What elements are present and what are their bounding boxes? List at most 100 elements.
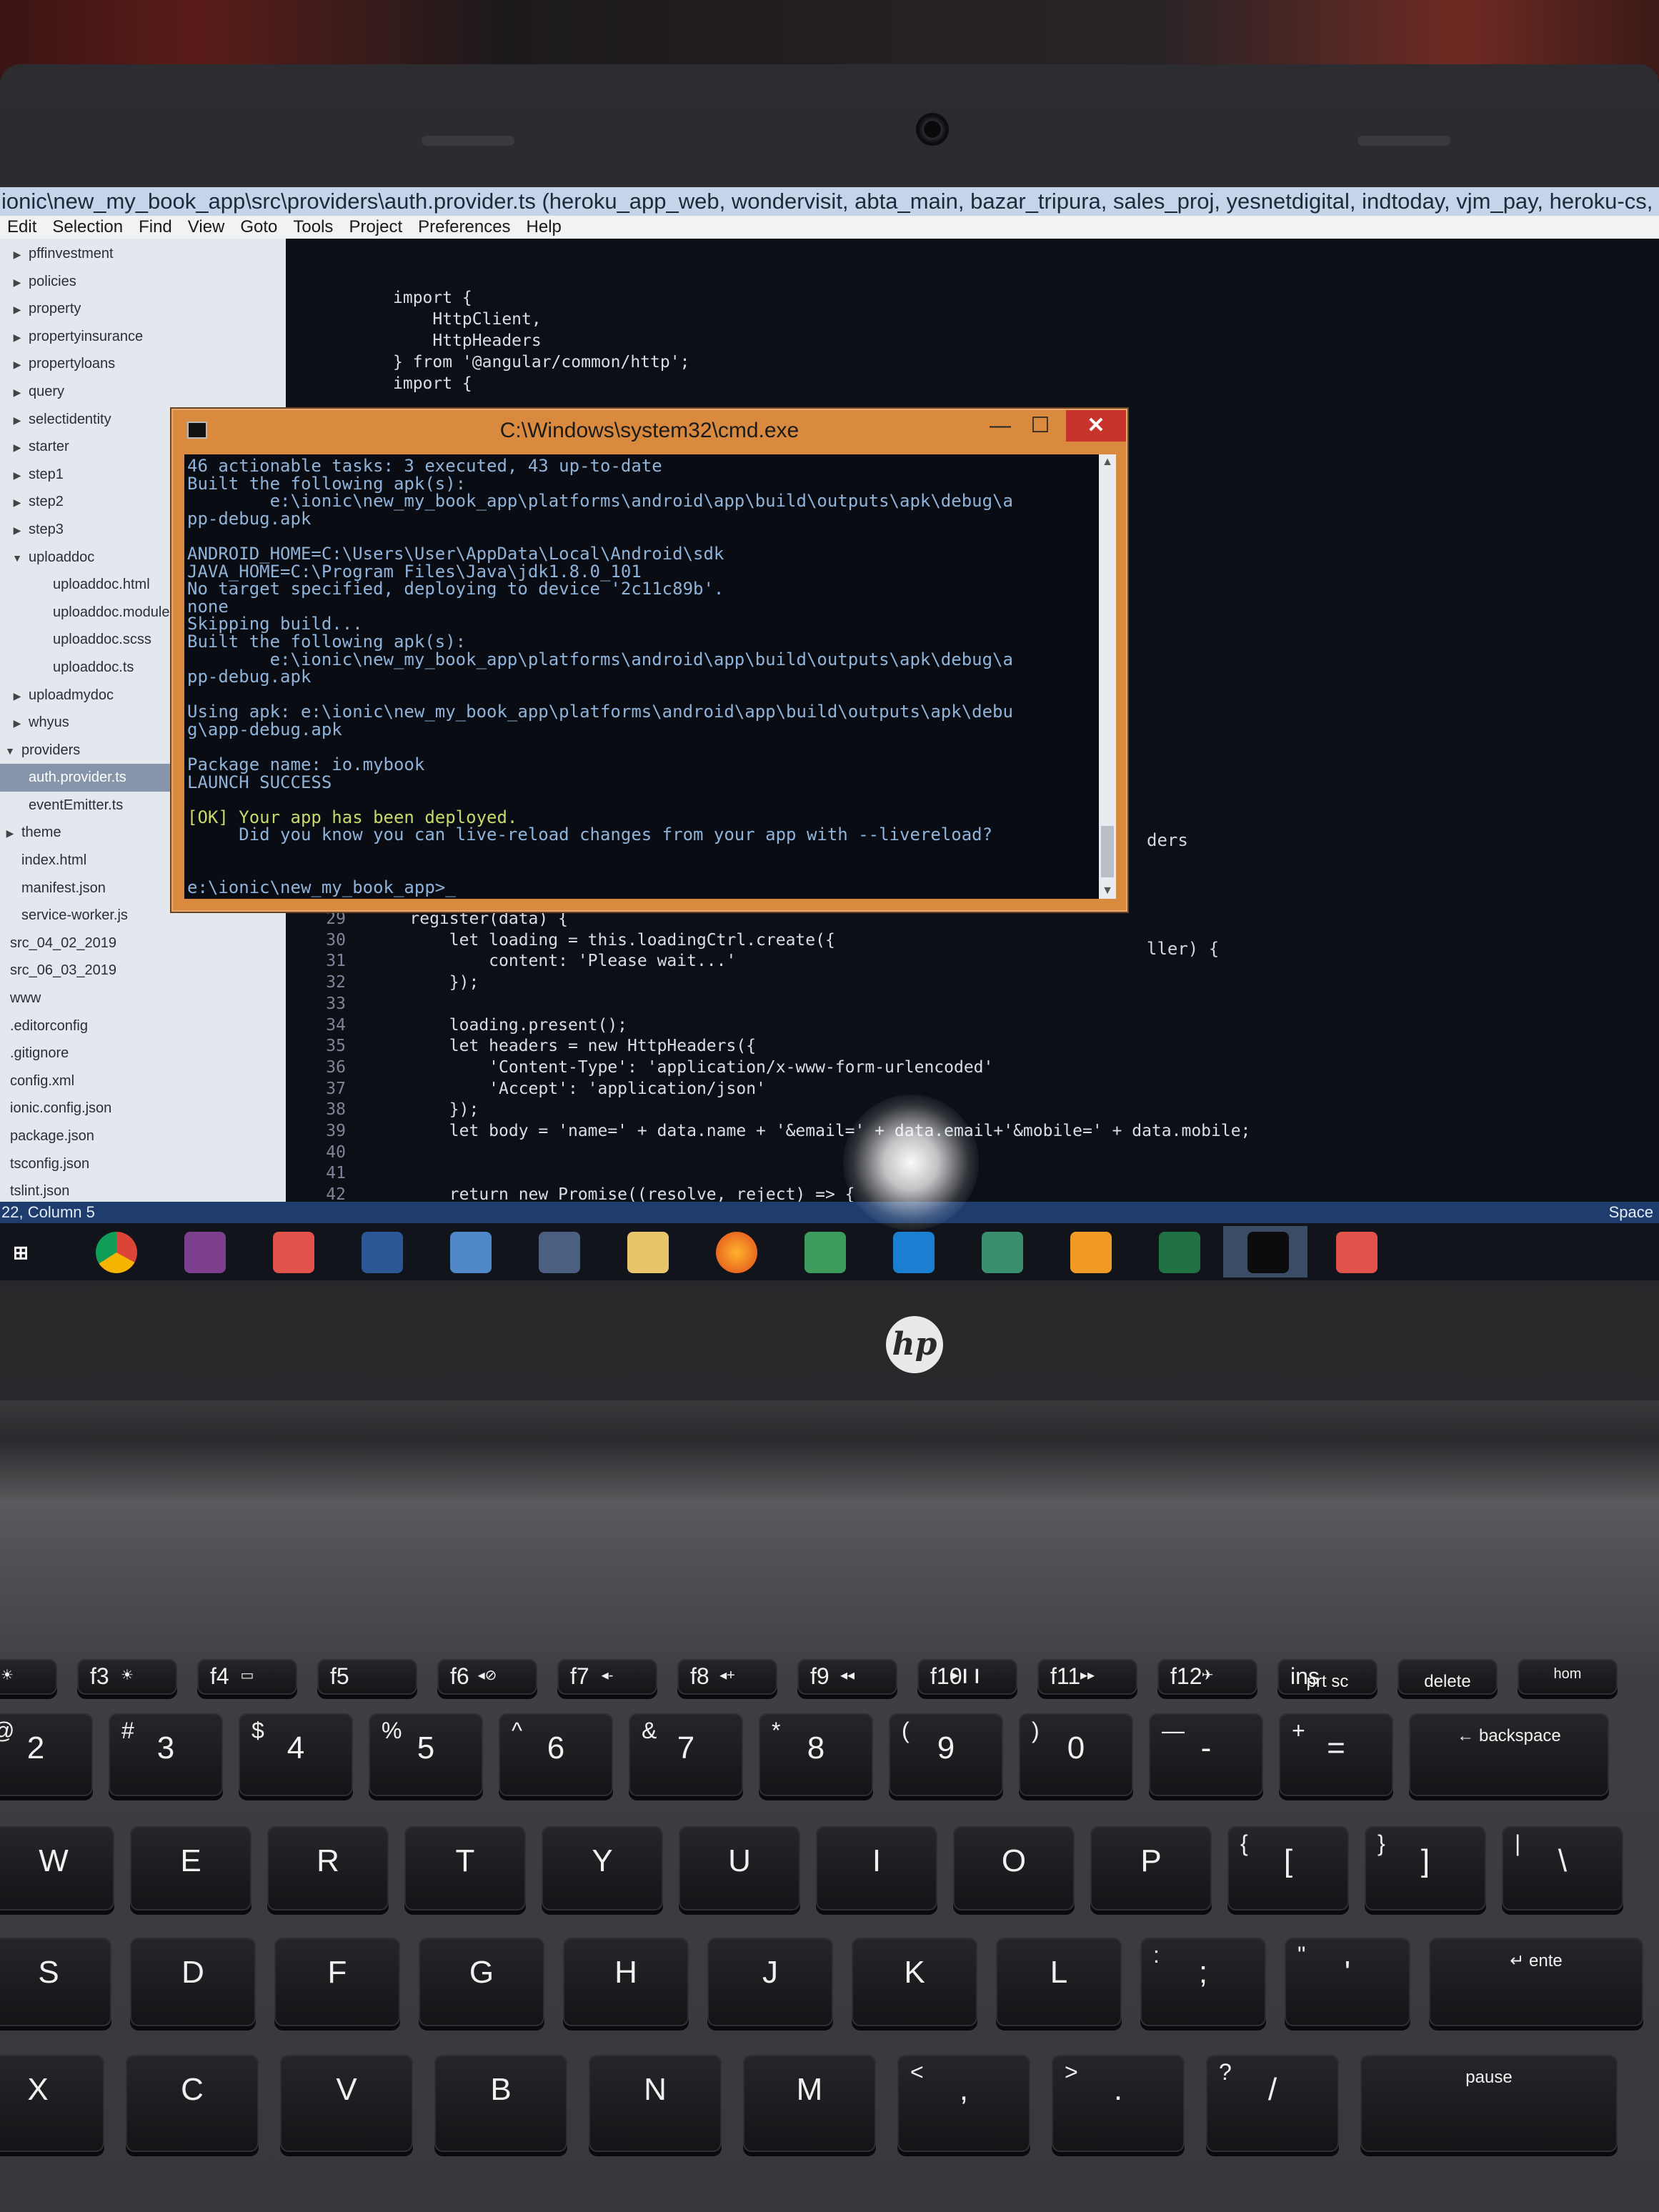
key-,[interactable]: <, (897, 2055, 1030, 2152)
cmd-scrollbar[interactable]: ▲ ▼ (1099, 454, 1116, 899)
chevron-right-icon[interactable]: ▶ (10, 296, 24, 323)
key-b[interactable]: B (434, 2055, 567, 2152)
chevron-right-icon[interactable]: ▶ (10, 709, 24, 737)
sidebar-item[interactable]: ▶ property (0, 295, 286, 323)
sidebar-item[interactable]: ▶ query (0, 378, 286, 406)
key-f12[interactable]: f12 ✈ (1157, 1659, 1257, 1695)
sublime-text-icon[interactable] (1070, 1232, 1112, 1273)
key-9[interactable]: (9 (889, 1713, 1003, 1796)
key-5[interactable]: % 5 (369, 1713, 483, 1796)
firefox-icon[interactable] (716, 1232, 757, 1273)
sidebar-item[interactable]: tslint.json (0, 1177, 286, 1205)
android-studio-icon[interactable] (804, 1232, 846, 1273)
sidebar-item[interactable]: ▶ policies (0, 268, 286, 296)
key-n[interactable]: N (589, 2055, 722, 2152)
xampp-control-icon[interactable] (1336, 1232, 1377, 1273)
virtualbox-icon[interactable] (450, 1232, 492, 1273)
key-=[interactable]: + = (1279, 1713, 1393, 1796)
chevron-right-icon[interactable]: ▶ (10, 682, 24, 709)
sidebar-item[interactable]: .editorconfig (0, 1012, 286, 1040)
menu-item-edit[interactable]: Edit (0, 216, 45, 239)
chevron-down-icon[interactable]: ▼ (1099, 885, 1116, 897)
sidebar-item[interactable]: tsconfig.json (0, 1150, 286, 1178)
key-hom[interactable]: hom (1518, 1659, 1618, 1695)
menu-item-find[interactable]: Find (131, 216, 181, 239)
key-6[interactable]: ^ 6 (499, 1713, 613, 1796)
close-button[interactable]: ✕ (1066, 410, 1126, 442)
key-v[interactable]: V (280, 2055, 413, 2152)
key-w[interactable]: W (0, 1826, 114, 1910)
key-f2[interactable]: f2☀ (0, 1659, 57, 1695)
sidebar-item[interactable]: www (0, 985, 286, 1012)
chevron-down-icon[interactable]: ▼ (10, 544, 24, 572)
sidebar-item[interactable]: ▶ propertyinsurance (0, 323, 286, 351)
key-c[interactable]: C (126, 2055, 259, 2152)
key-f10[interactable]: f10 ▸❙❙ (917, 1659, 1017, 1695)
key-i[interactable]: I (816, 1826, 937, 1910)
key-2[interactable]: @2 (0, 1713, 93, 1796)
network-icon[interactable] (982, 1232, 1023, 1273)
key-[[interactable]: {[ (1227, 1826, 1349, 1910)
key-f4[interactable]: f4 ▭ (197, 1659, 297, 1695)
chevron-right-icon[interactable]: ▶ (10, 351, 24, 378)
key-s[interactable]: S (0, 1938, 111, 2026)
sublime-icon[interactable] (539, 1232, 580, 1273)
key-e[interactable]: E (130, 1826, 251, 1910)
chevron-right-icon[interactable]: ▶ (10, 434, 24, 461)
sidebar-item[interactable]: ▶ pffinvestment (0, 240, 286, 268)
key--[interactable]: — - (1149, 1713, 1263, 1796)
key-3[interactable]: #3 (109, 1713, 223, 1796)
key-\[interactable]: | \ (1502, 1826, 1623, 1910)
key-delete[interactable]: delete (1398, 1659, 1498, 1695)
key-k[interactable]: K (852, 1938, 977, 2026)
key-t[interactable]: T (404, 1826, 526, 1910)
xampp-icon[interactable] (273, 1232, 314, 1273)
chevron-right-icon[interactable]: ▶ (10, 407, 24, 434)
file-explorer-icon[interactable] (627, 1232, 669, 1273)
scroll-thumb[interactable] (1101, 826, 1114, 877)
indent-setting[interactable]: Space (1609, 1202, 1653, 1223)
key-l[interactable]: L (996, 1938, 1122, 2026)
word-icon[interactable] (362, 1232, 403, 1273)
menu-item-project[interactable]: Project (342, 216, 411, 239)
key-.[interactable]: >. (1052, 2055, 1185, 2152)
chevron-right-icon[interactable]: ▶ (10, 269, 24, 296)
key-/[interactable]: ? / (1206, 2055, 1339, 2152)
key-p[interactable]: P (1090, 1826, 1212, 1910)
key-f8[interactable]: f8 ◂+ (677, 1659, 777, 1695)
key-f[interactable]: F (274, 1938, 400, 2026)
chevron-down-icon[interactable]: ▼ (3, 737, 17, 764)
chevron-right-icon[interactable]: ▶ (10, 241, 24, 268)
key-f5[interactable]: f5 (317, 1659, 417, 1695)
chrome-icon[interactable] (96, 1232, 137, 1273)
chevron-up-icon[interactable]: ▲ (1099, 456, 1116, 469)
maximize-button[interactable]: ☐ (1020, 410, 1060, 442)
minimize-button[interactable]: — (980, 410, 1020, 442)
sidebar-item[interactable]: package.json (0, 1122, 286, 1150)
menu-item-selection[interactable]: Selection (45, 216, 131, 239)
winrar-icon[interactable] (184, 1232, 226, 1273)
key-g[interactable]: G (419, 1938, 544, 2026)
teamviewer-icon[interactable] (893, 1232, 935, 1273)
key-ins[interactable]: ins prt sc (1277, 1659, 1377, 1695)
key-enter[interactable]: ↵ ente (1429, 1938, 1643, 2026)
key-'[interactable]: " ' (1285, 1938, 1410, 2026)
excel-icon[interactable] (1159, 1232, 1200, 1273)
key-u[interactable]: U (679, 1826, 800, 1910)
menu-item-view[interactable]: View (181, 216, 234, 239)
menu-item-goto[interactable]: Goto (233, 216, 286, 239)
key-backspace[interactable]: ← backspace (1409, 1713, 1609, 1796)
key-f9[interactable]: f9 ◂◂ (797, 1659, 897, 1695)
key-h[interactable]: H (563, 1938, 689, 2026)
key-y[interactable]: Y (542, 1826, 663, 1910)
chevron-right-icon[interactable]: ▶ (10, 324, 24, 351)
menu-item-help[interactable]: Help (519, 216, 570, 239)
key-0[interactable]: ) 0 (1019, 1713, 1133, 1796)
windows-start-icon[interactable]: ⊞ (0, 1232, 41, 1273)
cmd-window[interactable]: C:\Windows\system32\cmd.exe — ☐ ✕ 46 act… (171, 409, 1127, 912)
chevron-right-icon[interactable]: ▶ (10, 517, 24, 544)
key-x[interactable]: X (0, 2055, 104, 2152)
sidebar-item[interactable]: ionic.config.json (0, 1095, 286, 1122)
sidebar-item[interactable]: config.xml (0, 1067, 286, 1095)
key-f6[interactable]: f6 ◂⊘ (437, 1659, 537, 1695)
